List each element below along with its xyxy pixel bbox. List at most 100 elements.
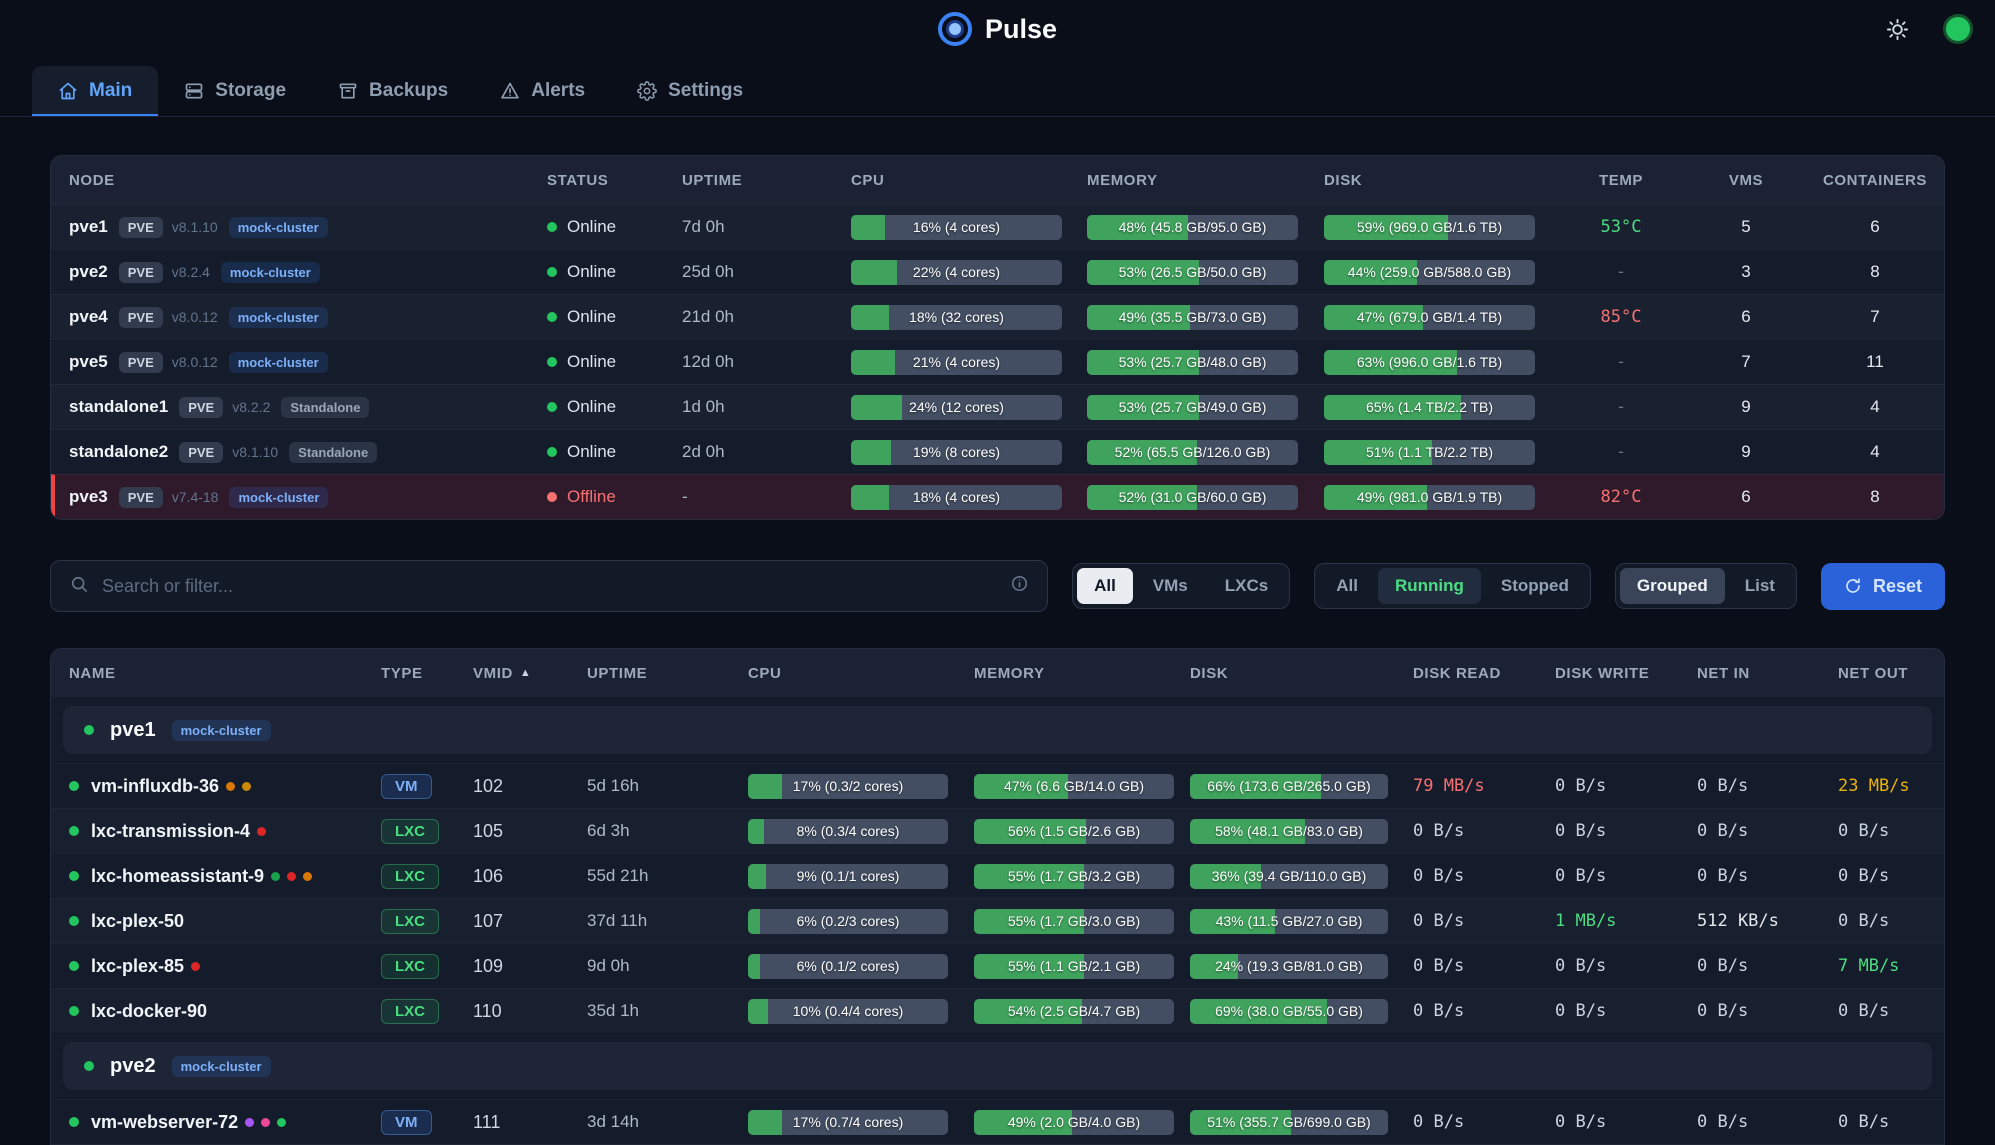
status-avatar[interactable] [1943, 14, 1973, 44]
node-name: standalone2 [69, 442, 168, 462]
usage-bar-label: 55% (1.7 GB/3.0 GB) [974, 909, 1174, 934]
view-toggle-grouped[interactable]: Grouped [1620, 568, 1725, 604]
node-row-pve3[interactable]: pve3 PVE v7.4-18 mock-cluster Offline - … [51, 474, 1944, 519]
guest-row-lxc-plex-85[interactable]: lxc-plex-85 LXC 109 9d 0h 6% (0.1/2 core… [51, 943, 1944, 988]
node-uptime: 21d 0h [682, 307, 851, 327]
type-filter-all[interactable]: All [1077, 568, 1133, 604]
guests-col-net-out[interactable]: NET OUT [1838, 665, 1944, 682]
node-row-pve5[interactable]: pve5 PVE v8.0.12 mock-cluster Online 12d… [51, 339, 1944, 384]
node-uptime: 7d 0h [682, 217, 851, 237]
usage-bar: 17% (0.7/4 cores) [748, 1110, 948, 1135]
guest-row-lxc-docker-90[interactable]: lxc-docker-90 LXC 110 35d 1h 10% (0.4/4 … [51, 988, 1944, 1033]
guests-col-net-in[interactable]: NET IN [1697, 665, 1838, 682]
usage-bar-label: 52% (65.5 GB/126.0 GB) [1087, 440, 1298, 465]
storage-icon [184, 81, 204, 101]
nodes-col-cpu[interactable]: CPU [851, 172, 1087, 189]
info-icon[interactable] [1010, 574, 1029, 598]
pve-badge: PVE [119, 262, 163, 283]
usage-bar: 53% (25.7 GB/49.0 GB) [1087, 395, 1298, 420]
guest-disk-write: 0 B/s [1555, 776, 1697, 796]
rate-value: 23 MB/s [1838, 776, 1910, 796]
usage-bar-label: 16% (4 cores) [851, 215, 1062, 240]
node-row-pve2[interactable]: pve2 PVE v8.2.4 mock-cluster Online 25d … [51, 249, 1944, 294]
group-header-pve2[interactable]: pve2 mock-cluster [63, 1042, 1932, 1090]
nodes-col-vms[interactable]: VMS [1686, 172, 1806, 189]
reset-button[interactable]: Reset [1821, 563, 1945, 610]
node-name: pve4 [69, 307, 108, 327]
guests-col-name[interactable]: NAME [69, 665, 381, 682]
status-dot [84, 725, 94, 735]
guest-row-vm-webserver-72[interactable]: vm-webserver-72 VM 111 3d 14h 17% (0.7/4… [51, 1099, 1944, 1144]
tab-settings[interactable]: Settings [611, 66, 769, 116]
node-row-standalone2[interactable]: standalone2 PVE v8.1.10 Standalone Onlin… [51, 429, 1944, 474]
status-filter-all[interactable]: All [1319, 568, 1375, 604]
guest-vmid: 102 [473, 776, 587, 797]
guests-col-vmid[interactable]: VMID▲ [473, 665, 587, 682]
nodes-col-memory[interactable]: MEMORY [1087, 172, 1324, 189]
guests-col-uptime[interactable]: UPTIME [587, 665, 748, 682]
guest-row-lxc-homeassistant-9[interactable]: lxc-homeassistant-9 LXC 106 55d 21h 9% (… [51, 853, 1944, 898]
guest-net-in: 512 KB/s [1697, 911, 1838, 931]
guests-col-disk-write[interactable]: DISK WRITE [1555, 665, 1697, 682]
node-cpu: 21% (4 cores) [851, 350, 1087, 375]
usage-bar-label: 53% (25.7 GB/49.0 GB) [1087, 395, 1298, 420]
status-filter-stopped[interactable]: Stopped [1484, 568, 1586, 604]
status-filter-running[interactable]: Running [1378, 568, 1481, 604]
guest-vmid: 111 [473, 1112, 587, 1133]
search-box[interactable] [50, 560, 1048, 612]
usage-bar: 56% (1.5 GB/2.6 GB) [974, 819, 1174, 844]
node-cpu: 22% (4 cores) [851, 260, 1087, 285]
rate-value: 0 B/s [1555, 821, 1606, 841]
guest-disk-read: 0 B/s [1413, 911, 1555, 931]
guests-col-disk-read[interactable]: DISK READ [1413, 665, 1555, 682]
usage-bar-label: 48% (45.8 GB/95.0 GB) [1087, 215, 1298, 240]
node-vms-count: 9 [1686, 442, 1806, 462]
tab-backups[interactable]: Backups [312, 66, 474, 116]
group-name: pve2 [110, 1055, 156, 1078]
guest-cpu: 8% (0.3/4 cores) [748, 819, 974, 844]
guest-row-lxc-transmission-4[interactable]: lxc-transmission-4 LXC 105 6d 3h 8% (0.3… [51, 808, 1944, 853]
tab-main[interactable]: Main [32, 66, 158, 116]
guest-row-vm-influxdb-36[interactable]: vm-influxdb-36 VM 102 5d 16h 17% (0.3/2 … [51, 763, 1944, 808]
guests-col-cpu[interactable]: CPU [748, 665, 974, 682]
node-containers-count: 7 [1806, 307, 1944, 327]
type-filter-lxcs[interactable]: LXCs [1208, 568, 1285, 604]
rate-value: 0 B/s [1413, 1112, 1464, 1132]
nodes-col-status[interactable]: STATUS [547, 172, 682, 189]
node-uptime: 12d 0h [682, 352, 851, 372]
nodes-col-containers[interactable]: CONTAINERS [1806, 172, 1944, 189]
tab-storage[interactable]: Storage [158, 66, 312, 116]
guests-col-disk[interactable]: DISK [1190, 665, 1413, 682]
usage-bar: 18% (4 cores) [851, 485, 1062, 510]
guests-col-type[interactable]: TYPE [381, 665, 473, 682]
nodes-col-disk[interactable]: DISK [1324, 172, 1556, 189]
nodes-col-temp[interactable]: TEMP [1556, 172, 1686, 189]
node-status: Online [567, 262, 616, 282]
view-toggle-list[interactable]: List [1728, 568, 1792, 604]
type-filter-vms[interactable]: VMs [1136, 568, 1205, 604]
nodes-table: NODESTATUSUPTIMECPUMEMORYDISKTEMPVMSCONT… [50, 155, 1945, 520]
rate-value: 0 B/s [1838, 911, 1889, 931]
usage-bar: 59% (969.0 GB/1.6 TB) [1324, 215, 1535, 240]
group-header-pve1[interactable]: pve1 mock-cluster [63, 706, 1932, 754]
node-row-standalone1[interactable]: standalone1 PVE v8.2.2 Standalone Online… [51, 384, 1944, 429]
node-disk: 44% (259.0 GB/588.0 GB) [1324, 260, 1556, 285]
guests-col-memory[interactable]: MEMORY [974, 665, 1190, 682]
nodes-col-uptime[interactable]: UPTIME [682, 172, 851, 189]
usage-bar: 47% (6.6 GB/14.0 GB) [974, 774, 1174, 799]
search-input[interactable] [102, 576, 997, 597]
tab-alerts[interactable]: Alerts [474, 66, 611, 116]
node-memory: 49% (35.5 GB/73.0 GB) [1087, 305, 1324, 330]
node-cpu: 18% (4 cores) [851, 485, 1087, 510]
alert-dot [226, 782, 235, 791]
guest-row-lxc-plex-50[interactable]: lxc-plex-50 LXC 107 37d 11h 6% (0.2/3 co… [51, 898, 1944, 943]
nodes-col-node[interactable]: NODE [69, 172, 547, 189]
node-row-pve4[interactable]: pve4 PVE v8.0.12 mock-cluster Online 21d… [51, 294, 1944, 339]
rate-value: 0 B/s [1697, 866, 1748, 886]
theme-toggle-sun-icon[interactable] [1886, 18, 1909, 41]
rate-value: 0 B/s [1413, 866, 1464, 886]
node-row-pve1[interactable]: pve1 PVE v8.1.10 mock-cluster Online 7d … [51, 204, 1944, 249]
node-temp: - [1556, 442, 1686, 462]
usage-bar: 16% (4 cores) [851, 215, 1062, 240]
search-icon [69, 574, 89, 599]
